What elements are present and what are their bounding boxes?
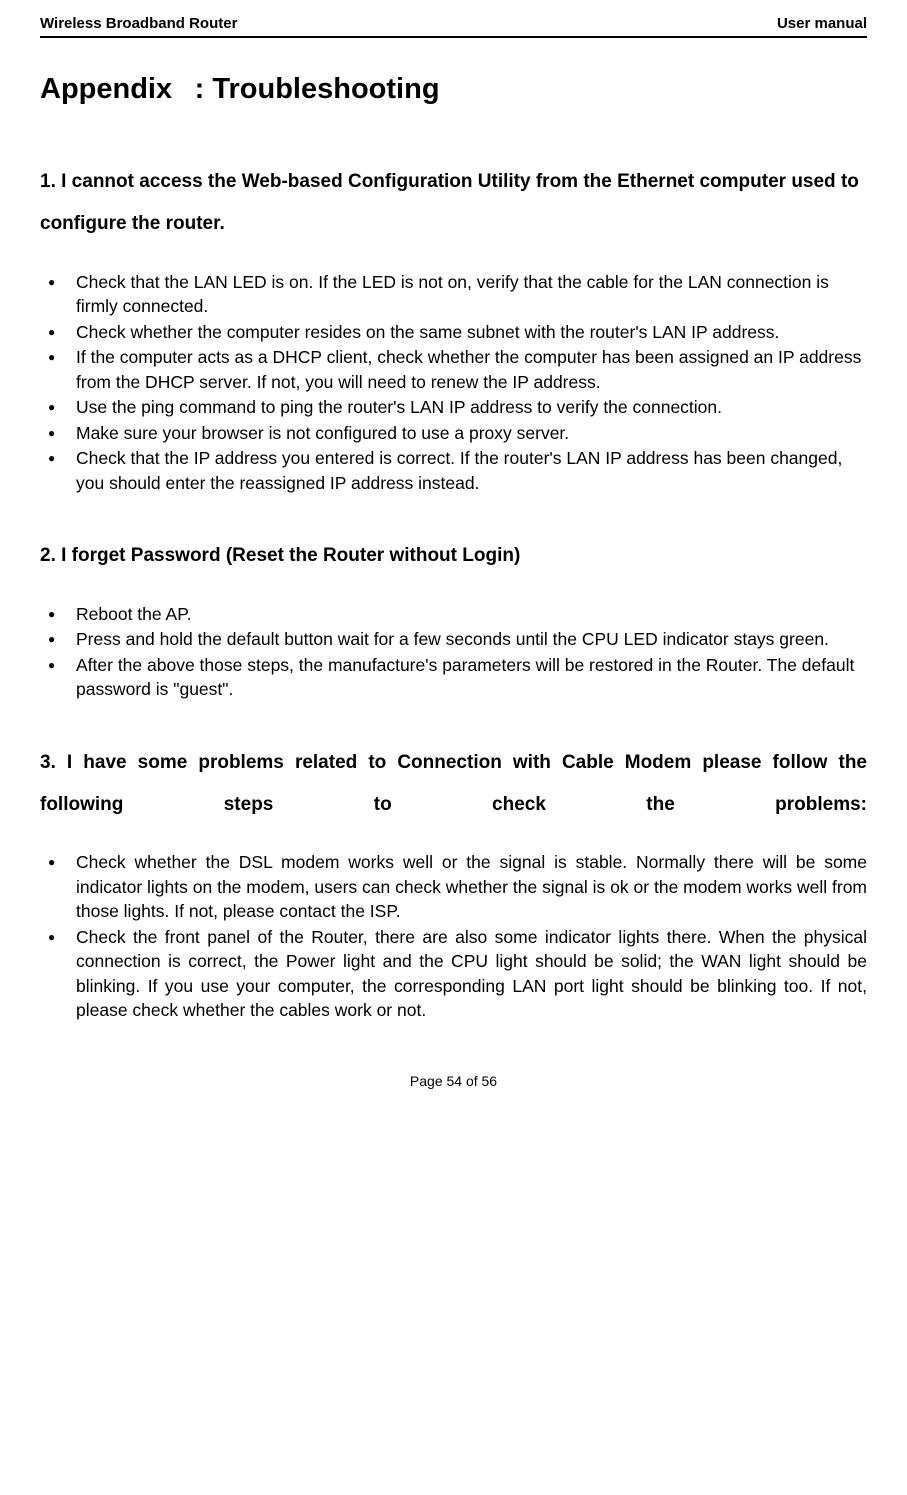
header-right: User manual [777, 15, 867, 32]
list-item: Press and hold the default button wait f… [76, 627, 867, 652]
section-3-bullets: Check whether the DSL modem works well o… [76, 850, 867, 1023]
header-left: Wireless Broadband Router [40, 15, 237, 32]
section-1-bullets: Check that the LAN LED is on. If the LED… [76, 270, 867, 496]
list-item: Make sure your browser is not configured… [76, 421, 867, 446]
appendix-title: Appendix : Troubleshooting [40, 73, 867, 106]
section-1-heading: 1. I cannot access the Web-based Configu… [40, 161, 867, 245]
list-item: Use the ping command to ping the router'… [76, 395, 867, 420]
list-item: Check whether the DSL modem works well o… [76, 850, 867, 924]
section-2-heading: 2. I forget Password (Reset the Router w… [40, 535, 867, 577]
list-item: Reboot the AP. [76, 602, 867, 627]
page-footer: Page 54 of 56 [40, 1073, 867, 1089]
list-item: Check the front panel of the Router, the… [76, 925, 867, 1023]
list-item: Check that the IP address you entered is… [76, 446, 867, 495]
section-3-heading: 3. I have some problems related to Conne… [40, 742, 867, 826]
list-item: Check that the LAN LED is on. If the LED… [76, 270, 867, 319]
page-header: Wireless Broadband Router User manual [40, 15, 867, 38]
section-2-bullets: Reboot the AP. Press and hold the defaul… [76, 602, 867, 702]
list-item: Check whether the computer resides on th… [76, 320, 867, 345]
list-item: After the above those steps, the manufac… [76, 653, 867, 702]
list-item: If the computer acts as a DHCP client, c… [76, 345, 867, 394]
